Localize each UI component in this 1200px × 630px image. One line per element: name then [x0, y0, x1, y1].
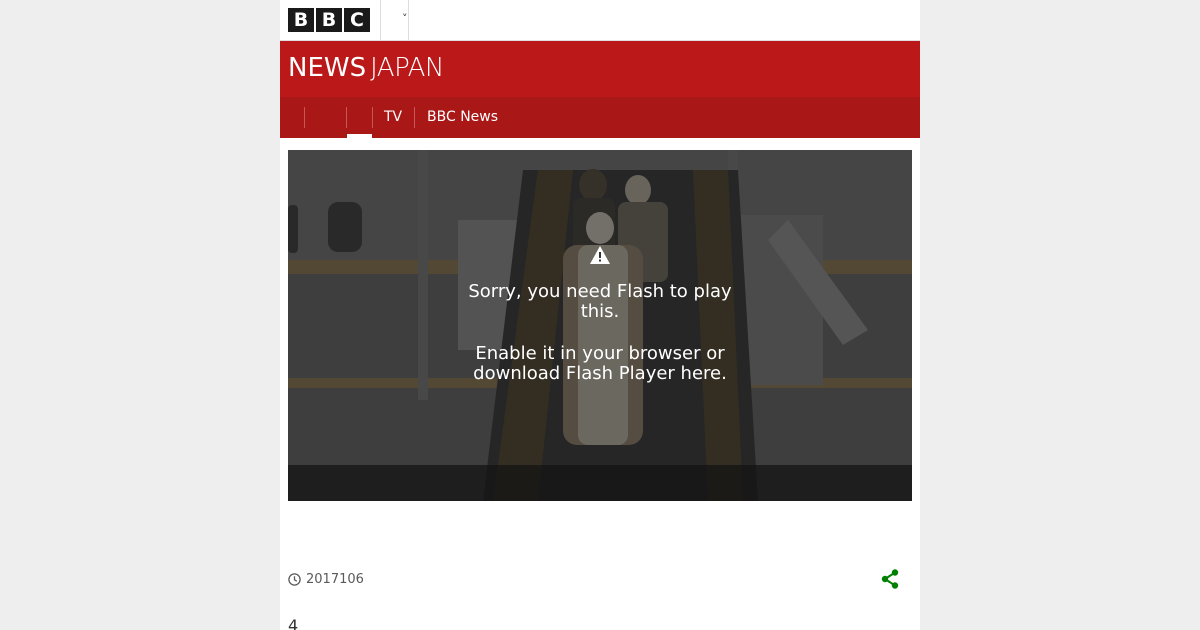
nav-item-active[interactable] — [347, 97, 372, 138]
masthead-divider — [380, 0, 381, 40]
flash-required-message: Sorry, you need Flash to play this. Enab… — [450, 282, 750, 384]
nav-separator — [414, 107, 415, 128]
share-icon[interactable] — [881, 569, 899, 589]
page: B B C ˅ NEWS JAPAN TV BBC News Sorry, yo… — [280, 0, 920, 630]
bbc-logo-block-b1: B — [288, 8, 314, 32]
masthead-divider — [408, 0, 409, 40]
warning-triangle-icon — [590, 246, 610, 264]
video-player[interactable]: Sorry, you need Flash to play this. Enab… — [288, 150, 912, 501]
nav-bar: TV BBC News — [280, 97, 920, 138]
nav-separator — [372, 107, 373, 128]
news-japan-logo[interactable]: NEWS JAPAN — [288, 53, 444, 83]
flash-message-line1: Sorry, you need Flash to play this. — [468, 281, 732, 322]
timestamp-text: 2017106 — [306, 571, 364, 587]
clock-icon — [288, 572, 301, 586]
video-controls-bar[interactable] — [288, 465, 912, 501]
bbc-logo-block-b2: B — [316, 8, 342, 32]
bbc-logo[interactable]: B B C — [288, 8, 370, 32]
chevron-down-icon[interactable]: ˅ — [402, 12, 408, 25]
nav-item-tv[interactable]: TV — [384, 97, 402, 138]
news-banner: NEWS JAPAN — [280, 41, 920, 97]
news-word: NEWS — [288, 53, 367, 83]
nav-active-indicator — [347, 134, 372, 138]
nav-item-home[interactable] — [305, 97, 345, 138]
flash-message-line2[interactable]: Enable it in your browser or download Fl… — [450, 344, 750, 384]
article-body-first-line: 4 — [288, 616, 299, 630]
article-timestamp: 2017106 — [288, 570, 364, 588]
bbc-masthead: B B C ˅ — [280, 0, 920, 41]
bbc-logo-block-c: C — [344, 8, 370, 32]
region-word: JAPAN — [370, 53, 444, 83]
nav-item-bbc-news[interactable]: BBC News — [427, 97, 498, 138]
